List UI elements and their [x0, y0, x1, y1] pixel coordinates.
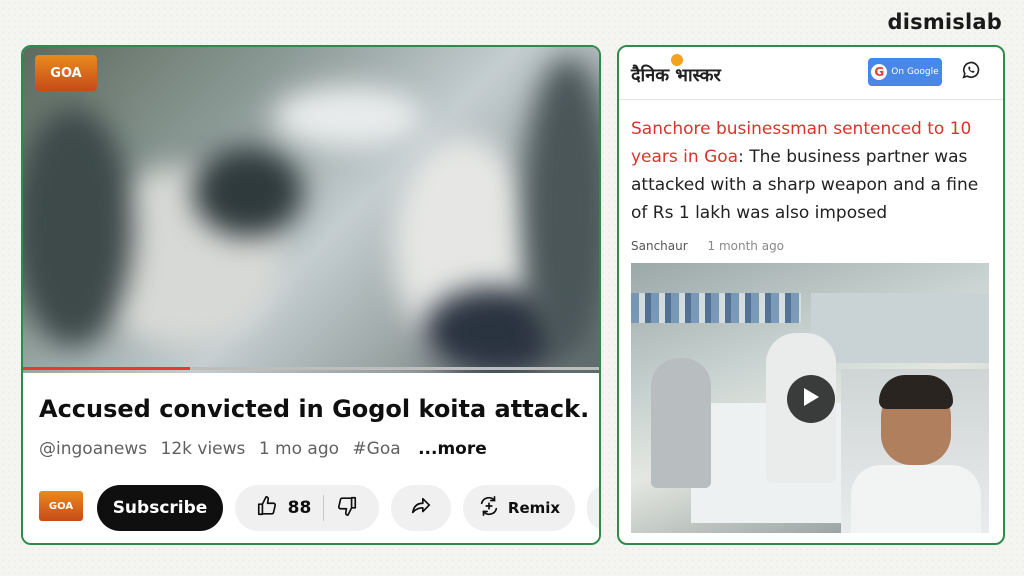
portrait-hair	[879, 375, 953, 409]
shelf	[631, 293, 801, 323]
share-icon	[410, 495, 432, 521]
like-dislike-group: 88	[235, 485, 379, 531]
upload-age: 1 mo ago	[258, 439, 340, 459]
remix-label: Remix	[507, 499, 561, 517]
share-button[interactable]	[391, 485, 451, 531]
person-left	[651, 358, 711, 488]
brand-logo: dismislab	[887, 10, 1002, 34]
article-video-thumbnail[interactable]	[631, 263, 989, 533]
video-title[interactable]: Accused convicted in Gogol koita attack.…	[39, 395, 589, 423]
on-google-label: On Google	[891, 67, 939, 77]
more-link[interactable]: ...more	[418, 439, 487, 459]
channel-watermark-logo: GOA	[35, 55, 97, 91]
article-time: 1 month ago	[707, 239, 785, 253]
accused-portrait	[841, 369, 989, 533]
thumbs-down-icon[interactable]	[336, 495, 358, 521]
article-headline[interactable]: Sanchore businessman sentenced to 10 yea…	[631, 115, 987, 227]
video-progress-bar[interactable]	[23, 367, 599, 370]
like-count: 88	[287, 498, 312, 518]
view-count: 12k views	[160, 439, 246, 459]
channel-avatar[interactable]: GOA	[39, 491, 83, 521]
more-actions-button[interactable]	[587, 485, 599, 531]
video-info-panel: Accused convicted in Gogol koita attack.…	[23, 373, 599, 543]
like-divider	[323, 495, 325, 521]
action-bar: GOA Subscribe 88 Remix	[39, 485, 599, 531]
youtube-video-card: GOA Accused convicted in Gogol koita att…	[21, 45, 601, 545]
whatsapp-icon[interactable]	[960, 59, 982, 85]
article-byline: Sanchaur 1 month ago	[631, 239, 784, 253]
video-frame[interactable]: GOA	[23, 47, 599, 373]
play-button[interactable]	[787, 375, 835, 423]
news-article-card: दैनिक भास्कर G On Google Sanchore busine…	[617, 45, 1005, 545]
article-location: Sanchaur	[631, 239, 688, 253]
hashtag-link[interactable]: #Goa	[352, 439, 400, 459]
thumbs-up-icon[interactable]	[256, 495, 278, 521]
portrait-shirt	[851, 465, 981, 533]
channel-handle[interactable]: @ingoanews	[39, 439, 147, 459]
shelf-right	[811, 293, 989, 363]
video-progress-fill	[23, 367, 191, 370]
google-icon: G	[871, 64, 888, 80]
video-meta: @ingoanews 12k views 1 mo ago #Goa ...mo…	[39, 439, 495, 459]
subscribe-button[interactable]: Subscribe	[97, 485, 223, 531]
remix-icon	[478, 495, 508, 521]
remix-button[interactable]: Remix	[463, 485, 575, 531]
publisher-logo[interactable]: दैनिक भास्कर	[631, 63, 721, 87]
play-icon	[802, 387, 820, 411]
on-google-button[interactable]: G On Google	[868, 58, 942, 86]
article-header: दैनिक भास्कर G On Google	[619, 47, 1003, 100]
